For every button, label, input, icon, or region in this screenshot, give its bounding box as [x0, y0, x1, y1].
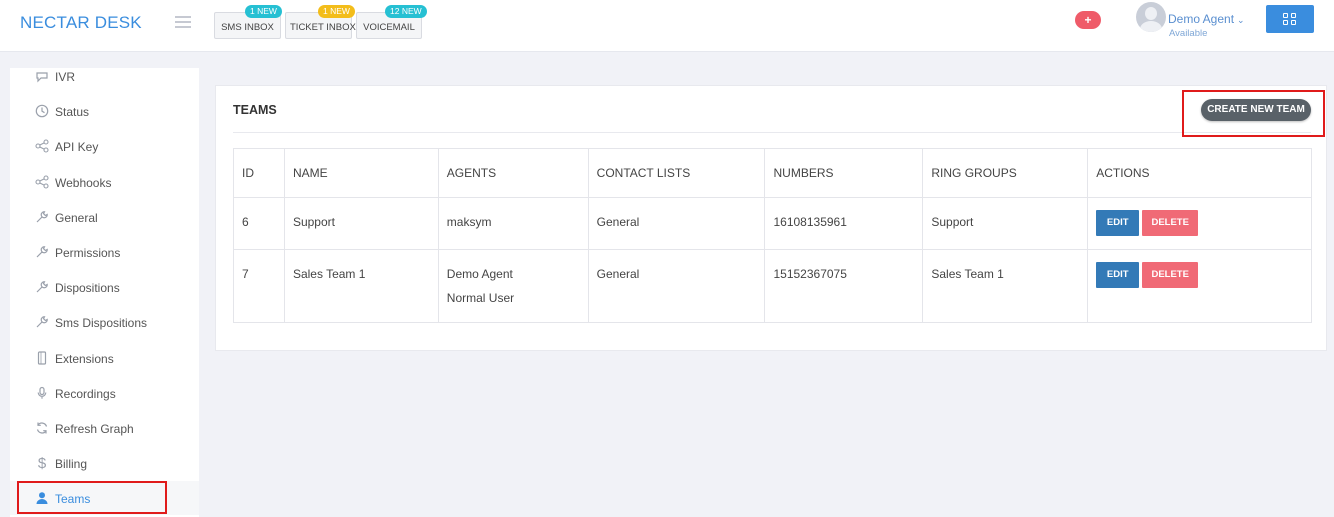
cell-actions: EDIT DELETE: [1087, 197, 1312, 250]
user-icon: [34, 491, 50, 507]
menu-toggle-icon[interactable]: [175, 16, 191, 28]
sidebar-item-general[interactable]: General: [10, 200, 199, 234]
agent-name: Normal User: [446, 291, 515, 305]
apps-grid-button[interactable]: [1266, 5, 1314, 33]
sidebar-item-label: Refresh Graph: [55, 422, 134, 436]
sidebar-item-label: Recordings: [55, 387, 116, 401]
sidebar-item-extensions[interactable]: Extensions: [10, 341, 199, 375]
sidebar-item-label: General: [55, 211, 98, 225]
sidebar-item-label: Extensions: [55, 352, 114, 366]
sidebar-item-refresh-graph[interactable]: Refresh Graph: [10, 411, 199, 445]
sidebar-item-label: IVR: [55, 70, 76, 84]
page-title: TEAMS: [233, 103, 277, 117]
sidebar-item-label: Status: [55, 105, 90, 119]
sms-inbox-label: SMS INBOX: [221, 22, 274, 33]
share-icon: [34, 175, 50, 191]
table-row: 6 Support maksym General 16108135961 Sup…: [233, 197, 1312, 250]
phone-icon: [34, 351, 50, 367]
user-status: Available: [1169, 28, 1208, 39]
top-bar: NECTAR DESK SMS INBOX 1 NEW TICKET INBOX…: [0, 0, 1334, 52]
sidebar-item-label: Teams: [55, 492, 91, 506]
teams-panel: TEAMS CREATE NEW TEAM ID NAME AGENTS CON…: [215, 85, 1327, 351]
delete-button[interactable]: DELETE: [1142, 262, 1199, 288]
brand-logo[interactable]: NECTAR DESK: [20, 13, 142, 33]
sidebar-item-label: API Key: [55, 140, 99, 154]
user-menu[interactable]: Demo Agent ⌄: [1168, 12, 1245, 26]
sms-inbox-badge: 1 NEW: [245, 5, 282, 18]
column-header-actions: ACTIONS: [1087, 148, 1312, 198]
clock-icon: [34, 104, 50, 120]
chevron-down-icon: ⌄: [1237, 15, 1245, 25]
wrench-icon: [34, 315, 50, 331]
sidebar-item-teams[interactable]: Teams: [10, 481, 199, 515]
sidebar-item-status[interactable]: Status: [10, 94, 199, 128]
table-row: 7 Sales Team 1 Demo Agent Normal User Ge…: [233, 249, 1312, 323]
agent-name: Demo Agent: [446, 267, 513, 281]
sidebar-item-label: Webhooks: [55, 176, 112, 190]
sidebar-item-dispositions[interactable]: Dispositions: [10, 270, 199, 304]
edit-button[interactable]: EDIT: [1096, 210, 1140, 236]
sidebar-item-api-key[interactable]: API Key: [10, 129, 199, 163]
plus-icon: +: [1084, 13, 1092, 27]
cell-id: 7: [233, 249, 285, 323]
ticket-inbox-label: TICKET INBOX: [290, 22, 356, 33]
column-header-contact-lists: CONTACT LISTS: [587, 148, 766, 198]
sidebar-item-recordings[interactable]: Recordings: [10, 376, 199, 410]
delete-button[interactable]: DELETE: [1142, 210, 1199, 236]
cell-numbers: 16108135961: [764, 197, 924, 250]
share-icon: [34, 139, 50, 155]
dollar-icon: $: [37, 455, 47, 472]
create-new-team-button[interactable]: CREATE NEW TEAM: [1201, 99, 1311, 121]
sidebar-item-permissions[interactable]: Permissions: [10, 235, 199, 269]
wrench-icon: [34, 210, 50, 226]
divider: [233, 132, 1311, 133]
cell-name: Sales Team 1: [283, 249, 439, 323]
cell-numbers: 15152367075: [764, 249, 924, 323]
ticket-inbox-button[interactable]: TICKET INBOX 1 NEW: [285, 5, 356, 39]
sidebar-item-webhooks[interactable]: Webhooks: [10, 165, 199, 199]
table-header-row: ID NAME AGENTS CONTACT LISTS NUMBERS RIN…: [233, 148, 1312, 198]
add-button[interactable]: +: [1075, 11, 1101, 29]
sidebar: IVR Status API Key Webhooks General Perm…: [10, 68, 199, 517]
sidebar-item-sms-dispositions[interactable]: Sms Dispositions: [10, 305, 199, 339]
cell-name: Support: [283, 197, 439, 250]
ticket-inbox-badge: 1 NEW: [318, 5, 355, 18]
voicemail-button[interactable]: VOICEMAIL 12 NEW: [356, 5, 427, 39]
sidebar-item-ivr[interactable]: IVR: [10, 68, 199, 93]
cell-agents: Demo Agent Normal User: [437, 249, 589, 323]
sidebar-item-label: Billing: [55, 457, 88, 471]
wrench-icon: [34, 280, 50, 296]
voicemail-label: VOICEMAIL: [363, 22, 415, 33]
column-header-name: NAME: [283, 148, 439, 198]
edit-button[interactable]: EDIT: [1096, 262, 1140, 288]
sidebar-item-label: Sms Dispositions: [55, 316, 148, 330]
avatar[interactable]: [1136, 2, 1166, 32]
agent-name: maksym: [446, 215, 492, 229]
microphone-icon: [34, 386, 50, 402]
sidebar-item-label: Dispositions: [55, 281, 120, 295]
column-header-agents: AGENTS: [437, 148, 589, 198]
cell-agents: maksym: [437, 197, 589, 250]
teams-table: ID NAME AGENTS CONTACT LISTS NUMBERS RIN…: [233, 148, 1312, 323]
column-header-numbers: NUMBERS: [764, 148, 924, 198]
sidebar-item-billing[interactable]: $ Billing: [10, 446, 199, 480]
cell-contact-lists: General: [587, 249, 766, 323]
column-header-id: ID: [233, 148, 285, 198]
sms-inbox-button[interactable]: SMS INBOX 1 NEW: [214, 5, 282, 39]
cell-id: 6: [233, 197, 285, 250]
cell-actions: EDIT DELETE: [1087, 249, 1312, 323]
ivr-icon: [34, 69, 50, 85]
refresh-icon: [34, 421, 50, 437]
voicemail-badge: 12 NEW: [385, 5, 427, 18]
user-name: Demo Agent: [1168, 12, 1235, 26]
sidebar-item-label: Permissions: [55, 246, 121, 260]
column-header-ring-groups: RING GROUPS: [922, 148, 1089, 198]
wrench-icon: [34, 245, 50, 261]
cell-ring-groups: Sales Team 1: [922, 249, 1089, 323]
cell-ring-groups: Support: [922, 197, 1089, 250]
cell-contact-lists: General: [587, 197, 766, 250]
